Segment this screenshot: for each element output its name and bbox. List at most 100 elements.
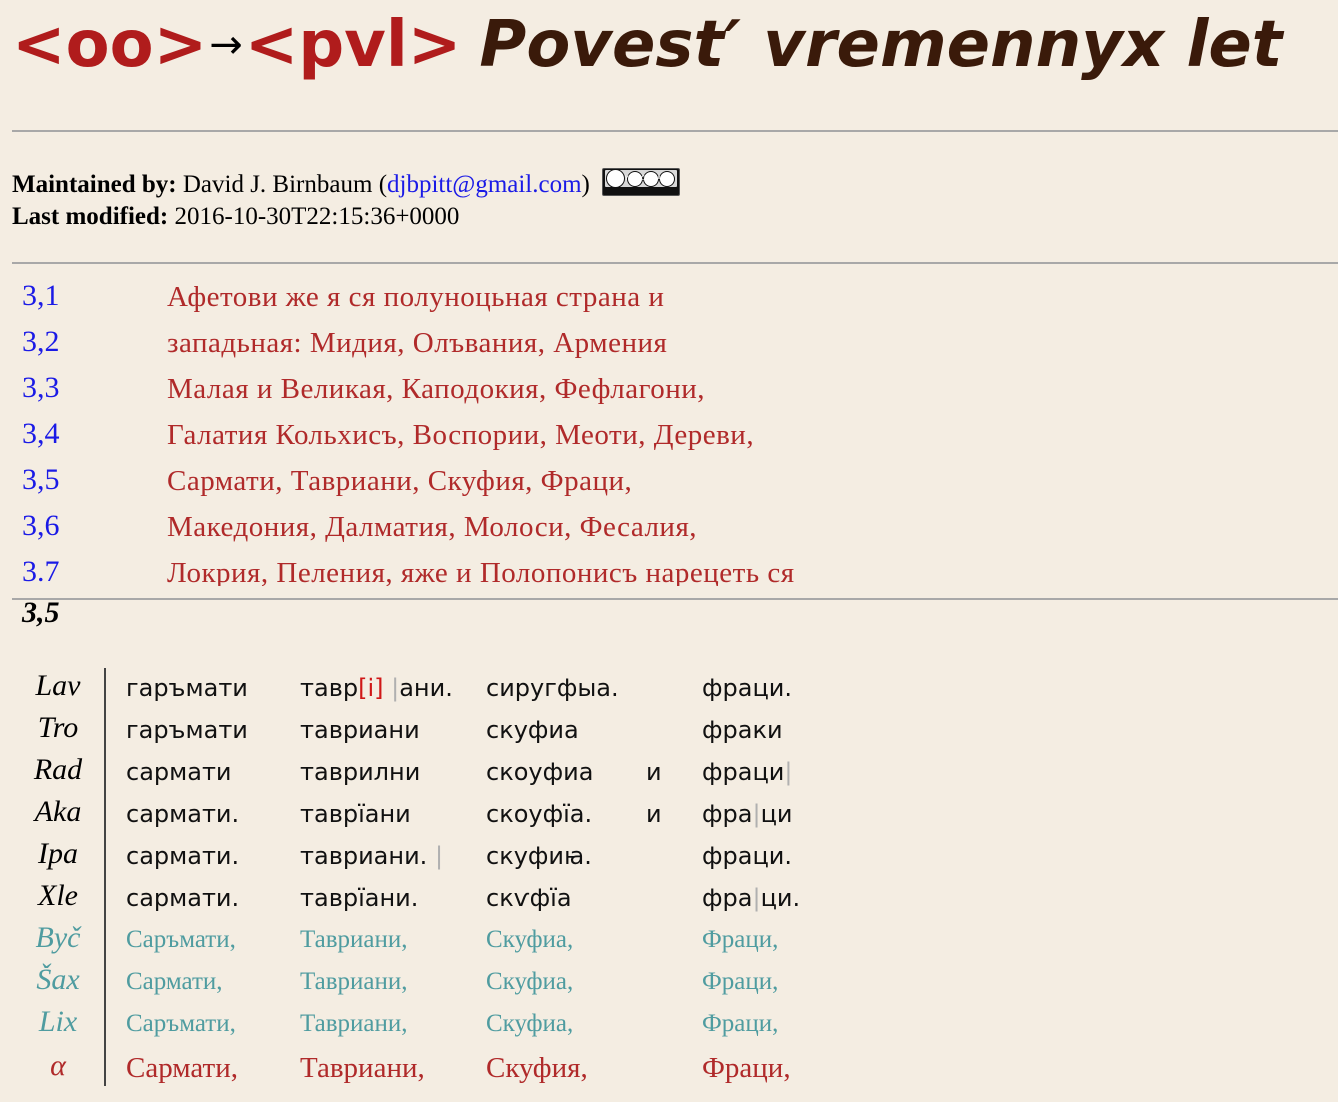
reading-cell: фраци. bbox=[702, 842, 793, 870]
text-line[interactable]: 3,3 Малая и Великая, Каподокия, Фефлагон… bbox=[12, 368, 1332, 414]
line-text: Галатия Кольхисъ, Воспории, Меоти, Дерев… bbox=[167, 419, 755, 451]
witness-row: Aka сармати. таврїани скоуфїа. и фра|ци bbox=[0, 792, 900, 834]
line-text: Македония, Далматия, Молоси, Фесалия, bbox=[167, 511, 698, 543]
text-line-list[interactable]: 3,1 Афетови же я ся полуноцьная страна и… bbox=[12, 276, 1332, 586]
column-break-mark: | bbox=[784, 758, 793, 786]
reading-cell: Тавриани, bbox=[300, 968, 408, 995]
witness-siglum: Byč bbox=[35, 921, 81, 954]
line-text: Сармати, Тавриани, Скуфия, Фраци, bbox=[167, 465, 633, 497]
reading-cell: Фраци, bbox=[702, 1052, 791, 1084]
witness-row: Xle сармати. таврїани. скѵфїа фра|ци. bbox=[0, 876, 900, 918]
reading-cell: фраки bbox=[702, 716, 783, 744]
reading-cell: Фраци, bbox=[702, 968, 779, 995]
email-link[interactable]: djbpitt@gmail.com bbox=[387, 171, 582, 198]
cc-license-label: BY NC SA bbox=[619, 175, 664, 182]
witness-siglum: Šax bbox=[36, 963, 80, 996]
reading-part: фра bbox=[702, 884, 753, 912]
witness-row: Lix Саръмати, Тавриани, Скуфиа, Фраци, bbox=[0, 1002, 900, 1044]
witness-row: α Сармати, Тавриани, Скуфия, Фраци, bbox=[0, 1046, 900, 1088]
reading-cell: Саръмати, bbox=[126, 926, 236, 953]
reading-part: тавр bbox=[300, 674, 359, 702]
text-line[interactable]: 3,2 западьная: Мидия, Олъвания, Армения bbox=[12, 322, 1332, 368]
page-meta: Maintained by: David J. Birnbaum (djbpit… bbox=[12, 168, 681, 233]
witness-row: Ipa сармати. тавриани. | скуфиꙗ. фраци. bbox=[0, 834, 900, 876]
column-break-mark: | bbox=[391, 674, 400, 702]
witness-row: Lav гаръмати тавр[і] |ани. сиругфыа. фра… bbox=[0, 666, 900, 708]
reading-cell: таврилни bbox=[300, 758, 421, 786]
reading-cell: Фраци, bbox=[702, 1010, 779, 1037]
maintainer-name: David J. Birnbaum bbox=[182, 171, 373, 198]
maintained-line: Maintained by: David J. Birnbaum (djbpit… bbox=[12, 168, 681, 201]
target-code: <pvl> bbox=[244, 8, 462, 82]
reading-cell: скоуфїа. bbox=[486, 800, 593, 828]
witness-row: Rad сармати таврилни скоуфиа и фраци| bbox=[0, 750, 900, 792]
meta-divider bbox=[12, 262, 1338, 264]
cc-license-icon[interactable]: BY NC SA bbox=[602, 168, 681, 196]
reading-cell: тавриани. | bbox=[300, 834, 443, 878]
line-text: Афетови же я ся полуноцьная страна и bbox=[167, 281, 665, 313]
reading-cell: таврїани. bbox=[300, 884, 419, 912]
witness-row: Tro гаръмати тавриани скуфиа фраки bbox=[0, 708, 900, 750]
reading-cell: Саръмати, bbox=[126, 1010, 236, 1037]
reading-cell: скуфиꙗ. bbox=[486, 842, 592, 870]
witness-siglum: Lav bbox=[35, 669, 81, 702]
witness-siglum: Xle bbox=[38, 879, 78, 912]
text-line[interactable]: 3,1 Афетови же я ся полуноцьная страна и bbox=[12, 276, 1332, 322]
line-number-link[interactable]: 3,6 bbox=[22, 506, 60, 546]
witness-siglum: Lix bbox=[38, 1005, 78, 1038]
reading-part: ци bbox=[760, 800, 793, 828]
line-number-link[interactable]: 3,1 bbox=[22, 276, 60, 316]
reading-cell: и bbox=[646, 758, 662, 786]
reading-part: ани. bbox=[399, 674, 453, 702]
modified-line: Last modified: 2016-10-30T22:15:36+0000 bbox=[12, 201, 680, 233]
line-number-link[interactable]: 3,5 bbox=[22, 460, 60, 500]
reading-cell: скоуфиа bbox=[486, 758, 594, 786]
reading-cell: Скуфиа, bbox=[486, 1010, 574, 1037]
text-line[interactable]: 3.7 Локрия, Пеления, яже и Полопониcъ на… bbox=[12, 552, 1332, 586]
emendation-mark: [і] bbox=[358, 674, 384, 702]
arrow-icon: → bbox=[209, 22, 243, 68]
text-line[interactable]: 3,6 Македония, Далматия, Молоси, Фесалия… bbox=[12, 506, 1332, 552]
reading-cell: гаръмати bbox=[126, 716, 248, 744]
witness-row: Šax Сармати, Тавриани, Скуфиа, Фраци, bbox=[0, 960, 900, 1002]
source-code: <oo> bbox=[12, 8, 208, 82]
page-title: Povest′ vremennyx let bbox=[479, 8, 1283, 82]
reading-cell: сармати bbox=[126, 758, 232, 786]
reading-part: фраци bbox=[702, 758, 785, 786]
witness-siglum: α bbox=[50, 1049, 66, 1082]
reading-cell: и bbox=[646, 800, 662, 828]
reading-part: фра bbox=[702, 800, 753, 828]
line-number-link[interactable]: 3,3 bbox=[22, 368, 60, 408]
reading-cell: Тавриани, bbox=[300, 926, 408, 953]
line-number-link[interactable]: 3,4 bbox=[22, 414, 60, 454]
reading-cell: сармати. bbox=[126, 842, 240, 870]
witness-table: Lav гаръмати тавр[і] |ани. сиругфыа. фра… bbox=[0, 666, 1338, 1086]
reading-cell: Сармати, bbox=[126, 968, 223, 995]
reading-cell: фраци| bbox=[702, 750, 793, 794]
text-line[interactable]: 3,5 Сармати, Тавриани, Скуфия, Фраци, bbox=[12, 460, 1332, 506]
line-number-link[interactable]: 3,2 bbox=[22, 322, 60, 362]
column-break-mark: | bbox=[434, 842, 444, 870]
witness-siglum: Tro bbox=[37, 711, 79, 744]
witness-siglum: Rad bbox=[33, 753, 83, 786]
line-text: Малая и Великая, Каподокия, Фефлагони, bbox=[167, 373, 706, 405]
reading-cell: скѵфїа bbox=[486, 884, 572, 912]
text-line[interactable]: 3,4 Галатия Кольхисъ, Воспории, Меоти, Д… bbox=[12, 414, 1332, 460]
reading-cell: фра|ци bbox=[702, 792, 793, 836]
list-divider bbox=[12, 598, 1338, 600]
reading-cell: скуфиа bbox=[486, 716, 579, 744]
reading-part: ци. bbox=[760, 884, 801, 912]
line-number-link[interactable]: 3.7 bbox=[22, 552, 60, 586]
witness-siglum: Ipa bbox=[38, 837, 78, 870]
reading-cell: сармати. bbox=[126, 884, 240, 912]
maintained-label: Maintained by: bbox=[12, 171, 177, 198]
modified-label: Last modified: bbox=[12, 203, 169, 230]
reading-cell: Скуфиа, bbox=[486, 968, 574, 995]
witness-row: Byč Саръмати, Тавриани, Скуфиа, Фраци, bbox=[0, 918, 900, 960]
header-divider bbox=[12, 130, 1338, 132]
reading-cell: гаръмати bbox=[126, 674, 248, 702]
witness-siglum: Aka bbox=[34, 795, 82, 828]
line-text: западьная: Мидия, Олъвания, Армения bbox=[167, 327, 668, 359]
column-break-mark: | bbox=[752, 800, 761, 828]
reading-cell: сиругфыа. bbox=[486, 674, 619, 702]
